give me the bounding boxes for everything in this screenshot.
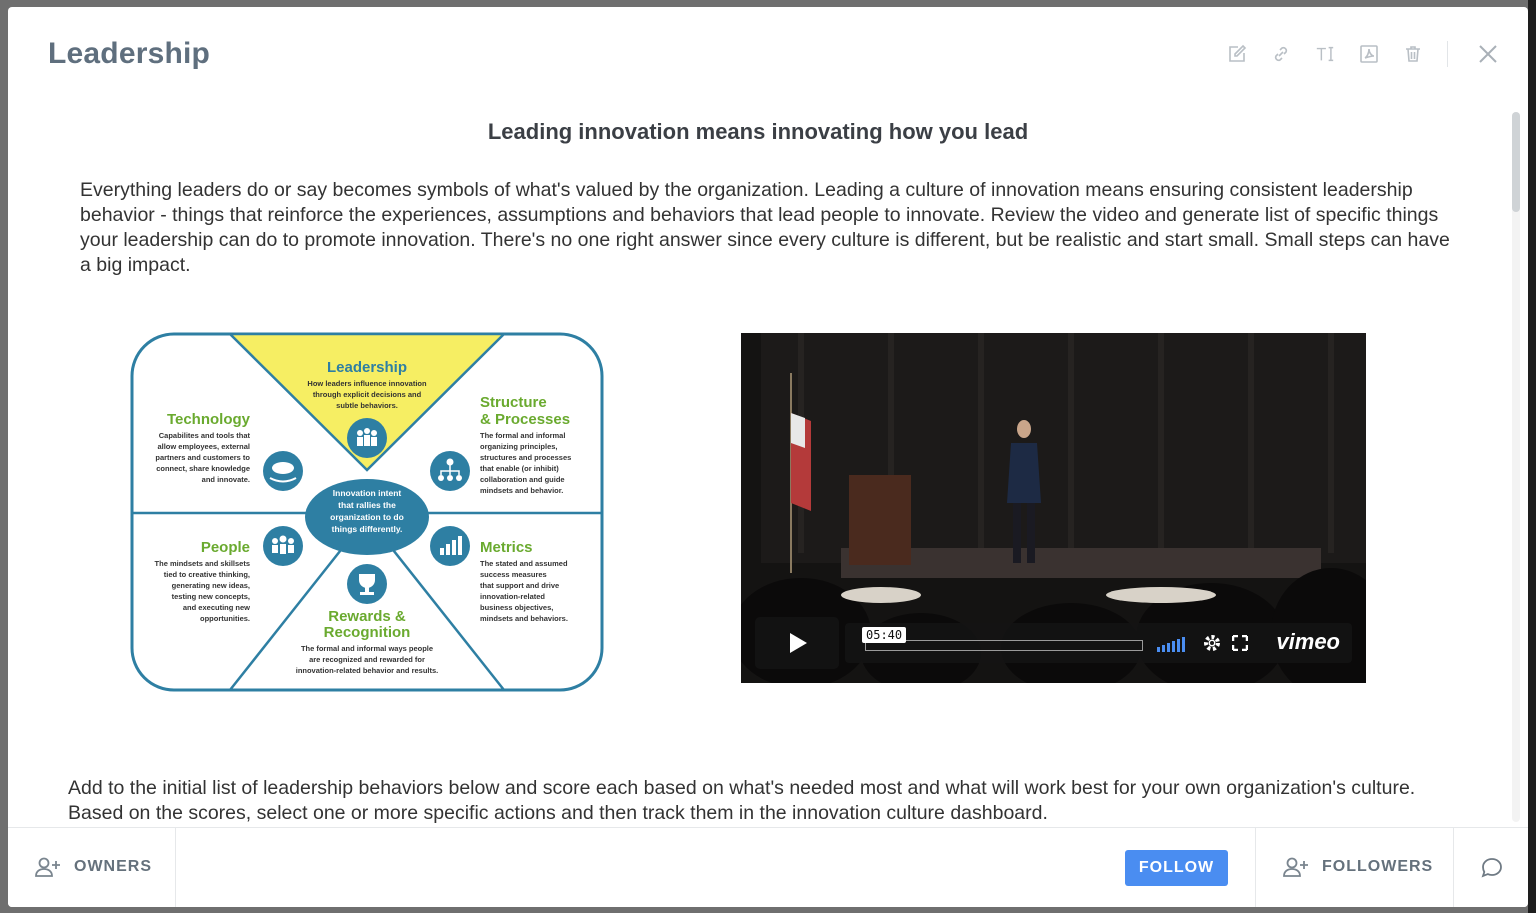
technology-title: Technology (167, 411, 251, 428)
follow-button[interactable]: FOLLOW (1125, 850, 1228, 886)
center-text-3: organization to do (330, 512, 404, 522)
vertical-scrollbar[interactable] (1512, 112, 1520, 822)
link-icon[interactable] (1269, 42, 1293, 66)
technology-desc-5: and innovate. (202, 475, 250, 484)
metrics-title: Metrics (480, 539, 533, 556)
rewards-title-2: Recognition (324, 624, 411, 641)
footer-divider (175, 828, 176, 907)
people-desc-5: and executing new (183, 603, 250, 612)
leadership-desc-2: through explicit decisions and (313, 390, 422, 399)
video-player[interactable]: 05:40 vimeo (741, 333, 1366, 683)
technology-desc-2: allow employees, external (157, 442, 250, 451)
volume-icon[interactable] (1157, 635, 1189, 653)
comment-icon[interactable] (1480, 856, 1504, 885)
fullscreen-icon[interactable] (1232, 635, 1248, 651)
center-text-1: Innovation intent (333, 488, 402, 498)
owners-button[interactable]: OWNERS (34, 856, 152, 878)
people-desc-3: generating new ideas, (172, 581, 250, 590)
rewards-desc-2: are recognized and rewarded for (309, 655, 425, 664)
add-user-icon (35, 857, 60, 877)
followers-button[interactable]: FOLLOWERS (1282, 856, 1433, 878)
vimeo-logo[interactable]: vimeo (1276, 629, 1340, 655)
footer-divider (1453, 828, 1454, 907)
structure-desc-6: mindsets and behavior. (480, 486, 563, 495)
modal-content: Leading innovation means innovating how … (8, 102, 1508, 827)
pdf-icon[interactable] (1357, 42, 1381, 66)
rewards-desc-3: innovation-related behavior and results. (296, 666, 439, 675)
play-button[interactable] (755, 617, 839, 669)
leadership-desc-1: How leaders influence innovation (307, 379, 427, 388)
metrics-desc-2: success measures (480, 570, 547, 579)
progress-bar[interactable]: 05:40 (862, 627, 1143, 651)
metrics-desc-6: mindsets and behaviors. (480, 614, 568, 623)
technology-desc-4: connect, share knowledge (156, 464, 250, 473)
structure-title-1: Structure (480, 394, 547, 411)
structure-desc-5: collaboration and guide (480, 475, 565, 484)
scrollbar-thumb[interactable] (1512, 112, 1520, 212)
settings-icon[interactable] (1202, 633, 1222, 653)
people-desc-4: testing new concepts, (172, 592, 250, 601)
structure-desc-1: The formal and informal (480, 431, 565, 440)
rewards-desc-1: The formal and informal ways people (301, 644, 433, 653)
metrics-desc-5: business objectives, (480, 603, 553, 612)
page-title: Leadership (48, 37, 211, 70)
innovation-culture-diagram: Innovation intent that rallies the organ… (130, 332, 604, 692)
section-heading: Leading innovation means innovating how … (487, 119, 1029, 144)
technology-desc-1: Capabilites and tools that (159, 431, 251, 440)
intro-paragraph: Everything leaders do or say becomes sym… (80, 179, 1450, 276)
structure-desc-4: that enable (or inhibit) (480, 464, 559, 473)
structure-title-2: & Processes (480, 411, 570, 428)
video-controls: 05:40 vimeo (845, 623, 1352, 663)
people-desc-6: opportunities. (200, 614, 250, 623)
technology-desc-3: partners and customers to (155, 453, 250, 462)
structure-desc-2: organizing principles, (480, 442, 558, 451)
modal-toolbar (1205, 41, 1500, 67)
toolbar-divider (1447, 41, 1448, 67)
close-icon[interactable] (1476, 42, 1500, 66)
leadership-title: Leadership (327, 359, 407, 376)
metrics-desc-4: innovation-related (480, 592, 545, 601)
leadership-desc-3: subtle behaviors. (336, 401, 398, 410)
rewards-title-1: Rewards & (328, 608, 406, 625)
text-size-icon[interactable] (1313, 42, 1337, 66)
add-user-icon (1283, 857, 1308, 877)
owners-label: OWNERS (74, 858, 152, 875)
closing-paragraph: Add to the initial list of leadership be… (68, 777, 1416, 824)
metrics-desc-1: The stated and assumed (480, 559, 568, 568)
modal-header: Leadership (8, 7, 1528, 102)
metrics-desc-3: that support and drive (480, 581, 559, 590)
center-text-2: that rallies the (338, 500, 396, 510)
people-title: People (201, 539, 250, 556)
trash-icon[interactable] (1401, 42, 1425, 66)
edit-icon[interactable] (1225, 42, 1249, 66)
people-desc-1: The mindsets and skillsets (155, 559, 250, 568)
leadership-modal: Leadership Leading innovation means inno… (8, 7, 1528, 907)
structure-desc-3: structures and processes (480, 453, 571, 462)
time-indicator: 05:40 (862, 627, 907, 643)
footer-divider (1255, 828, 1256, 907)
play-icon (790, 633, 807, 653)
people-desc-2: tied to creative thinking, (164, 570, 250, 579)
followers-label: FOLLOWERS (1322, 858, 1434, 875)
center-text-4: things differently. (332, 524, 403, 534)
modal-footer: OWNERS FOLLOW FOLLOWERS (8, 827, 1528, 907)
background-edge (1528, 0, 1536, 913)
